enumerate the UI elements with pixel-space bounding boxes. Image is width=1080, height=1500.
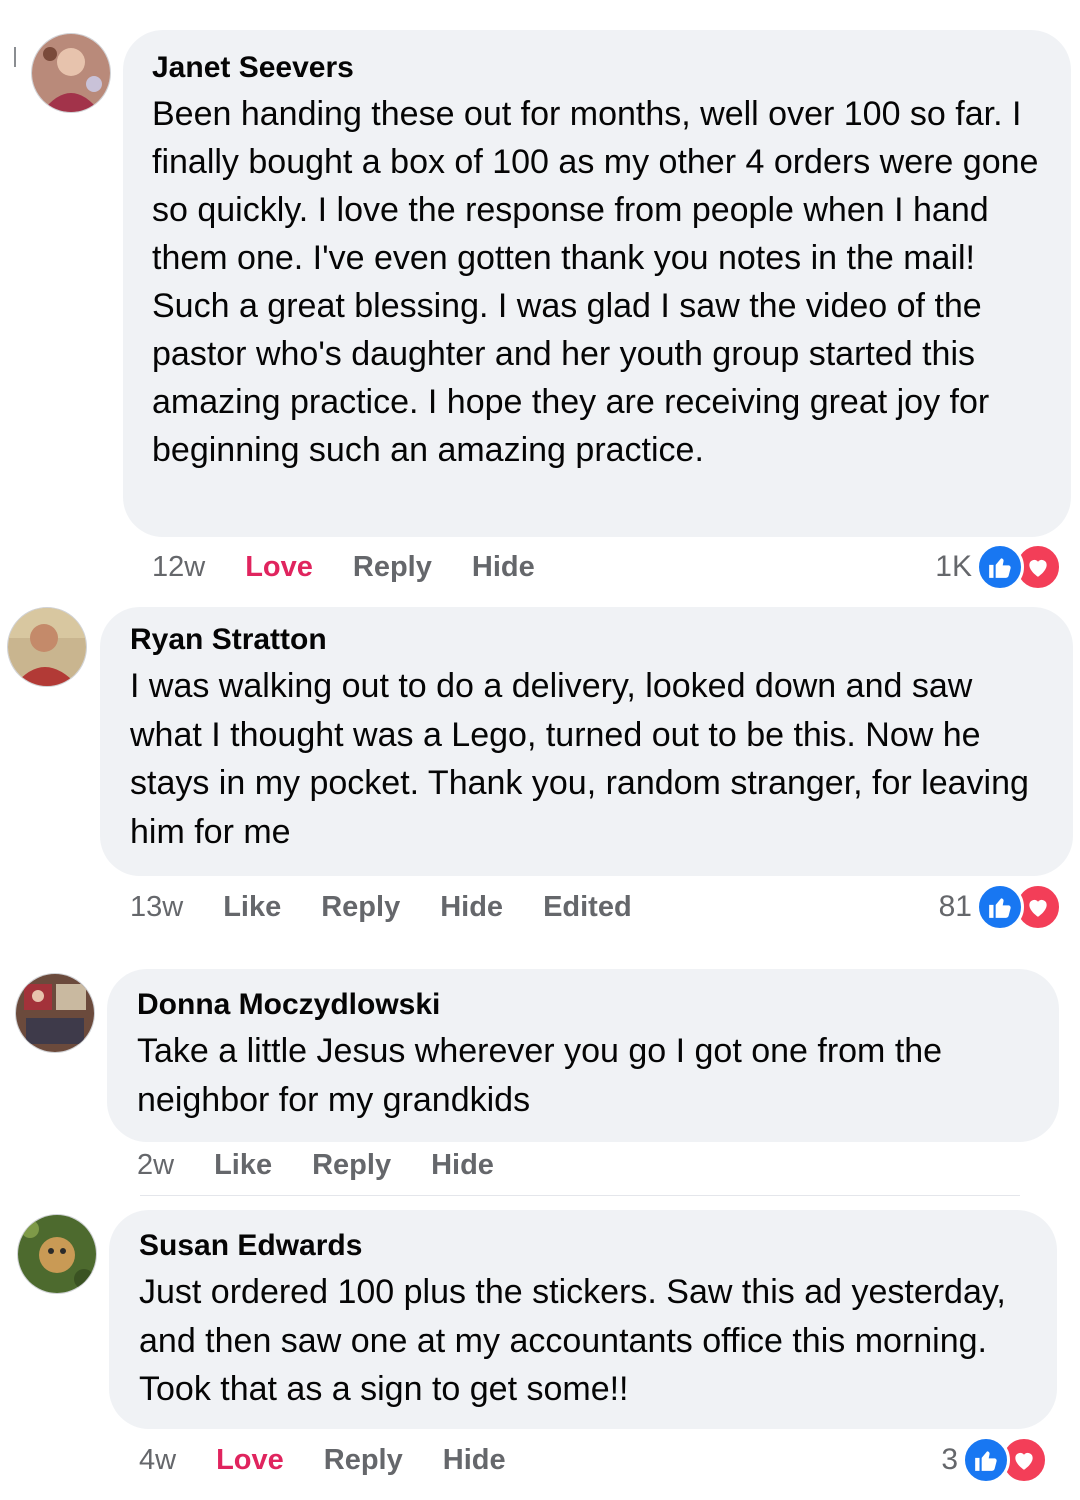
reply-button[interactable]: Reply xyxy=(353,547,432,587)
hide-button[interactable]: Hide xyxy=(443,1440,506,1480)
comment-actions: 12w Love Reply Hide xyxy=(152,547,535,587)
comment-author[interactable]: Ryan Stratton xyxy=(130,622,1047,658)
comment-bubble: Susan Edwards Just ordered 100 plus the … xyxy=(109,1210,1057,1429)
comment-text: Been handing these out for months, well … xyxy=(152,95,1039,469)
avatar[interactable] xyxy=(31,33,111,113)
comment-time[interactable]: 13w xyxy=(130,887,183,927)
love-button[interactable]: Love xyxy=(216,1440,284,1480)
reply-button[interactable]: Reply xyxy=(324,1440,403,1480)
divider xyxy=(140,1195,1020,1196)
love-button[interactable]: Love xyxy=(245,547,313,587)
like-button[interactable]: Like xyxy=(214,1145,272,1185)
comment-bubble: Janet Seevers Been handing these out for… xyxy=(123,30,1071,537)
comment-bubble: Donna Moczydlowski Take a little Jesus w… xyxy=(107,969,1059,1142)
hide-button[interactable]: Hide xyxy=(431,1145,494,1185)
comment-actions: 13w Like Reply Hide Edited xyxy=(130,887,632,927)
reaction-count: 81 xyxy=(938,890,972,923)
comment-bubble: Ryan Stratton I was walking out to do a … xyxy=(100,607,1073,876)
reaction-summary[interactable]: 3 xyxy=(941,1436,1048,1484)
reaction-count: 3 xyxy=(941,1443,958,1476)
avatar[interactable] xyxy=(17,1214,97,1294)
reaction-count: 1K xyxy=(935,550,972,583)
comment-time[interactable]: 2w xyxy=(137,1145,174,1185)
comment-author[interactable]: Janet Seevers xyxy=(152,50,1045,86)
comment-actions: 4w Love Reply Hide xyxy=(139,1440,506,1480)
hide-button[interactable]: Hide xyxy=(440,887,503,927)
edited-label[interactable]: Edited xyxy=(543,887,632,927)
thumbs-up-icon xyxy=(976,543,1024,591)
comment-time[interactable]: 4w xyxy=(139,1440,176,1480)
reply-button[interactable]: Reply xyxy=(321,887,400,927)
like-button[interactable]: Like xyxy=(223,887,281,927)
thread-line xyxy=(14,47,16,67)
comment-text: Just ordered 100 plus the stickers. Saw … xyxy=(139,1273,1006,1408)
comment-author[interactable]: Susan Edwards xyxy=(139,1228,1031,1264)
comment-author[interactable]: Donna Moczydlowski xyxy=(137,987,1033,1023)
reply-button[interactable]: Reply xyxy=(312,1145,391,1185)
avatar[interactable] xyxy=(7,607,87,687)
reaction-summary[interactable]: 81 xyxy=(938,883,1062,931)
reaction-summary[interactable]: 1K xyxy=(935,543,1062,591)
avatar[interactable] xyxy=(15,973,95,1053)
comment-time[interactable]: 12w xyxy=(152,547,205,587)
comment-text: Take a little Jesus wherever you go I go… xyxy=(137,1032,943,1119)
hide-button[interactable]: Hide xyxy=(472,547,535,587)
comment-actions: 2w Like Reply Hide xyxy=(137,1145,494,1185)
comment-text: I was walking out to do a delivery, look… xyxy=(130,667,1029,851)
thumbs-up-icon xyxy=(976,883,1024,931)
thumbs-up-icon xyxy=(962,1436,1010,1484)
